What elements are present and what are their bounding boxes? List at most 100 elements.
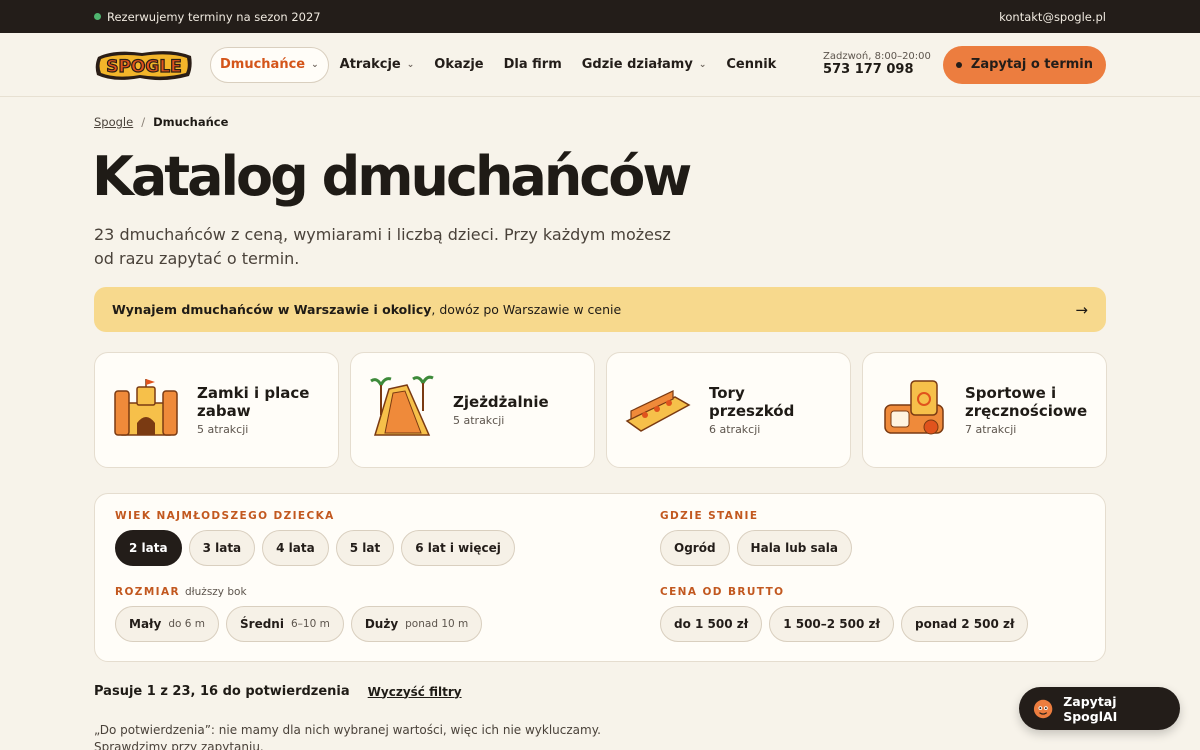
obstacle-course-icon — [625, 390, 691, 432]
chevron-down-icon: ⌄ — [698, 59, 707, 70]
age-chip-3[interactable]: 3 lata — [188, 530, 256, 566]
category-title: Zamki i place zabaw — [197, 384, 310, 420]
banner-bold: Wynajem dmuchańców w Warszawie i okolicy — [112, 302, 432, 317]
age-chip-5[interactable]: 5 lat — [335, 530, 395, 566]
nav-item-okazje[interactable]: Okazje — [425, 47, 492, 83]
filter-size-sublabel: dłuższy bok — [185, 586, 247, 598]
season-status: Rezerwujemy terminy na sezon 2027 — [94, 10, 321, 24]
filter-age: WIEK NAJMŁODSZEGO DZIECKA 2 lata 3 lata … — [115, 510, 515, 566]
category-title: Zjeżdżalnie — [453, 393, 549, 411]
page-lead: 23 dmuchańców z ceną, wymiarami i liczbą… — [94, 225, 671, 268]
filter-place-options: Ogród Hala lub sala — [660, 530, 852, 566]
phone-block[interactable]: Zadzwoń, 8:00–20:00 573 177 098 — [823, 51, 931, 77]
age-chip-4[interactable]: 4 lata — [262, 530, 329, 566]
category-cards: Zamki i place zabaw 5 atrakcji Zjeżdżaln… — [94, 352, 1107, 468]
filters-panel: WIEK NAJMŁODSZEGO DZIECKA 2 lata 3 lata … — [94, 493, 1106, 662]
filter-age-label: WIEK NAJMŁODSZEGO DZIECKA — [115, 510, 335, 522]
age-chip-6-plus[interactable]: 6 lat i więcej — [401, 530, 515, 566]
results-count: Pasuje 1 z 23, 16 do potwierdzenia — [94, 684, 350, 699]
chip-label: Duży — [364, 617, 399, 631]
filter-size: ROZMIAR dłuższy bok Mały do 6 m Średni 6… — [115, 586, 483, 642]
category-card-slides[interactable]: Zjeżdżalnie 5 atrakcji — [350, 352, 595, 468]
price-chip-low[interactable]: do 1 500 zł — [660, 606, 763, 642]
ask-date-label: Zapytaj o termin — [970, 57, 1093, 72]
category-title: Sportowe i zręcznościowe — [965, 384, 1088, 420]
category-text: Zamki i place zabaw 5 atrakcji — [197, 384, 322, 436]
filter-place-label: GDZIE STANIE — [660, 510, 759, 522]
place-chip-garden[interactable]: Ogród — [660, 530, 730, 566]
nav-item-dmuchance[interactable]: Dmuchańce ⌄ — [210, 46, 329, 83]
nav-item-label: Gdzie działamy — [581, 57, 693, 72]
spoglai-chat-button[interactable]: Zapytaj SpoglAI — [1019, 687, 1180, 730]
castle-icon — [114, 379, 178, 436]
filter-place: GDZIE STANIE Ogród Hala lub sala — [660, 510, 852, 566]
nav-item-label: Atrakcje — [339, 57, 401, 72]
season-status-text: Rezerwujemy terminy na sezon 2027 — [107, 9, 321, 24]
logo-text: SPOGLE — [106, 57, 182, 77]
slide-icon — [370, 375, 434, 436]
nav-contact: Zadzwoń, 8:00–20:00 573 177 098 Zapytaj … — [823, 45, 1106, 84]
filter-size-title: ROZMIAR — [115, 586, 180, 598]
category-count: 5 atrakcji — [197, 423, 249, 436]
page-title: Katalog dmuchańców — [92, 145, 692, 208]
filter-age-options: 2 lata 3 lata 4 lata 5 lat 6 lat i więce… — [115, 530, 515, 566]
breadcrumb: Spogle / Dmuchańce — [94, 115, 228, 129]
category-title: Tory przeszkód — [709, 384, 795, 420]
phone-number[interactable]: 573 177 098 — [823, 62, 931, 78]
price-chip-high[interactable]: ponad 2 500 zł — [900, 606, 1029, 642]
dot-icon — [955, 61, 962, 68]
category-card-obstacle[interactable]: Tory przeszkód 6 atrakcji — [606, 352, 851, 468]
category-text: Zjeżdżalnie 5 atrakcji — [453, 393, 549, 427]
chevron-down-icon: ⌄ — [311, 59, 319, 70]
main-navigation: SPOGLE Dmuchańce ⌄ Atrakcje ⌄ Okazje Dla… — [0, 33, 1200, 97]
nav-menu: Dmuchańce ⌄ Atrakcje ⌄ Okazje Dla firm G… — [210, 46, 785, 83]
chevron-down-icon: ⌄ — [406, 59, 415, 70]
spogle-logo[interactable]: SPOGLE — [94, 47, 194, 83]
filter-size-options: Mały do 6 m Średni 6–10 m Duży ponad 10 … — [115, 606, 483, 642]
chip-sub: ponad 10 m — [405, 618, 469, 630]
nav-item-atrakcje[interactable]: Atrakcje ⌄ — [331, 47, 424, 83]
filter-size-label: ROZMIAR dłuższy bok — [115, 586, 482, 598]
breadcrumb-current: Dmuchańce — [153, 115, 229, 129]
contact-email-link[interactable]: kontakt@spogle.pl — [999, 10, 1106, 24]
nav-item-cennik[interactable]: Cennik — [717, 47, 785, 83]
category-count: 7 atrakcji — [965, 423, 1017, 436]
size-chip-small[interactable]: Mały do 6 m — [115, 606, 220, 642]
nav-item-gdzie-dzialamy[interactable]: Gdzie działamy ⌄ — [573, 47, 716, 83]
category-count: 5 atrakcji — [453, 414, 505, 427]
status-dot-icon — [94, 13, 101, 20]
results-bar: Pasuje 1 z 23, 16 do potwierdzenia Wyczy… — [94, 684, 462, 699]
category-text: Tory przeszkód 6 atrakcji — [709, 384, 834, 436]
filter-price: CENA OD BRUTTO do 1 500 zł 1 500–2 500 z… — [660, 586, 1029, 642]
category-card-sport[interactable]: Sportowe i zręcznościowe 7 atrakcji — [862, 352, 1107, 468]
age-chip-2[interactable]: 2 lata — [115, 530, 182, 566]
filter-price-label: CENA OD BRUTTO — [660, 586, 785, 598]
category-count: 6 atrakcji — [709, 423, 761, 436]
warsaw-banner[interactable]: Wynajem dmuchańców w Warszawie i okolicy… — [94, 287, 1106, 332]
top-bar: Rezerwujemy terminy na sezon 2027 kontak… — [0, 0, 1200, 33]
filter-price-options: do 1 500 zł 1 500–2 500 zł ponad 2 500 z… — [660, 606, 1029, 642]
size-chip-large[interactable]: Duży ponad 10 m — [350, 606, 483, 642]
chip-label: Mały — [129, 617, 162, 631]
nav-item-label: Cennik — [726, 57, 777, 72]
price-chip-mid[interactable]: 1 500–2 500 zł — [769, 606, 894, 642]
chat-label: Zapytaj SpoglAI — [1063, 693, 1118, 724]
ask-date-button[interactable]: Zapytaj o termin — [942, 45, 1106, 84]
sport-icon — [884, 380, 944, 435]
nav-item-label: Okazje — [434, 57, 484, 72]
breadcrumb-separator: / — [141, 115, 146, 129]
unconfirmed-note: „Do potwierdzenia”: nie mamy dla nich wy… — [94, 723, 601, 750]
category-text: Sportowe i zręcznościowe 7 atrakcji — [965, 384, 1090, 436]
chip-sub: do 6 m — [168, 618, 206, 630]
category-card-castles[interactable]: Zamki i place zabaw 5 atrakcji — [94, 352, 339, 468]
nav-item-label: Dla firm — [503, 57, 562, 72]
mascot-icon — [1033, 699, 1053, 718]
breadcrumb-home-link[interactable]: Spogle — [94, 115, 133, 129]
chip-sub: 6–10 m — [290, 618, 330, 630]
size-chip-medium[interactable]: Średni 6–10 m — [226, 606, 344, 642]
arrow-right-icon: → — [1075, 300, 1088, 319]
clear-filters-link[interactable]: Wyczyść filtry — [368, 685, 462, 699]
nav-item-label: Dmuchańce — [220, 57, 306, 72]
nav-item-dla-firm[interactable]: Dla firm — [495, 47, 571, 83]
place-chip-hall[interactable]: Hala lub sala — [736, 530, 852, 566]
